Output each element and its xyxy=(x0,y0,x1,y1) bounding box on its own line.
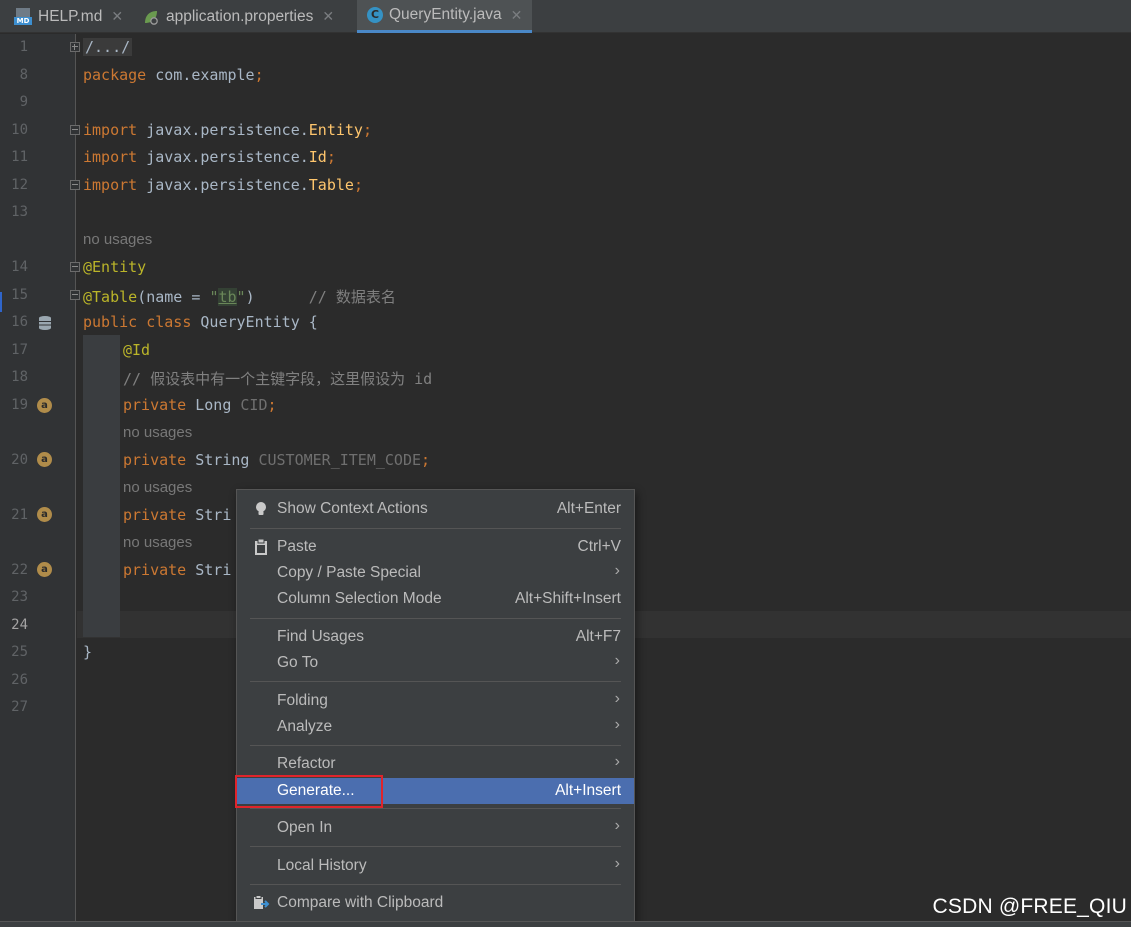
lightbulb-icon xyxy=(252,500,270,518)
code-line-21: private Stri xyxy=(123,506,232,524)
menu-separator xyxy=(250,618,621,619)
tab-label: HELP.md xyxy=(38,7,103,25)
line-number-current: 24 xyxy=(11,617,28,633)
line-number: 20 xyxy=(11,452,28,468)
code-line-15: @Table(name = "tb") // 数据表名 xyxy=(83,288,396,306)
code-line-8: package com.example; xyxy=(83,66,264,84)
menu-item-open-in[interactable]: Open In › xyxy=(237,815,634,841)
menu-separator xyxy=(250,808,621,809)
menu-separator xyxy=(250,681,621,682)
line-number: 14 xyxy=(11,259,28,275)
close-icon[interactable]: ✕ xyxy=(511,7,523,24)
chevron-right-icon: › xyxy=(614,562,620,579)
line-number: 17 xyxy=(11,342,28,358)
menu-item-go-to[interactable]: Go To › xyxy=(237,650,634,676)
line-number: 22 xyxy=(11,562,28,578)
attribute-icon[interactable]: a xyxy=(37,562,52,577)
line-number: 15 xyxy=(11,287,28,303)
code-line-14: @Entity xyxy=(83,258,147,276)
code-line-18: // 假设表中有一个主键字段，这里假设为 id xyxy=(123,370,433,388)
usage-hint[interactable]: no usages xyxy=(123,424,192,441)
menu-separator xyxy=(250,846,621,847)
editor-tab-bar: MD HELP.md ✕ application.properties ✕ C … xyxy=(0,0,1131,33)
tab-help-md[interactable]: MD HELP.md ✕ xyxy=(14,0,123,33)
code-line-1: /.../ xyxy=(83,38,133,56)
generate-highlight-annotation xyxy=(235,775,383,808)
code-line-22: private Stri xyxy=(123,561,232,579)
tab-label: QueryEntity.java xyxy=(389,6,502,23)
menu-item-copy-paste-special[interactable]: Copy / Paste Special › xyxy=(237,560,634,586)
line-number: 11 xyxy=(11,149,28,165)
line-number: 25 xyxy=(11,644,28,660)
menu-item-refactor[interactable]: Refactor › xyxy=(237,751,634,777)
line-number: 13 xyxy=(11,204,28,220)
status-strip xyxy=(0,921,1131,927)
code-line-20: private String CUSTOMER_ITEM_CODE; xyxy=(123,451,431,469)
line-number: 26 xyxy=(11,672,28,688)
attribute-icon[interactable]: a xyxy=(37,507,52,522)
menu-item-column-selection-mode[interactable]: Column Selection Mode Alt+Shift+Insert xyxy=(237,586,634,612)
menu-item-compare-with-clipboard[interactable]: Compare with Clipboard xyxy=(237,890,634,916)
spring-leaf-icon xyxy=(142,8,160,26)
code-line-11: import javax.persistence.Id; xyxy=(83,148,336,166)
code-line-25: } xyxy=(83,643,93,661)
clipboard-icon xyxy=(252,538,270,556)
indent-block xyxy=(83,335,120,637)
line-number: 21 xyxy=(11,507,28,523)
chevron-right-icon: › xyxy=(614,855,620,872)
line-number: 23 xyxy=(11,589,28,605)
markdown-file-icon: MD xyxy=(14,8,32,25)
chevron-right-icon: › xyxy=(614,716,620,733)
usage-hint[interactable]: no usages xyxy=(123,534,192,551)
chevron-right-icon: › xyxy=(614,753,620,770)
editor-gutter[interactable]: 1 8 9 10 11 12 13 14 15 16 17 18 19 20 2… xyxy=(0,34,80,927)
chevron-right-icon: › xyxy=(614,652,620,669)
tab-label: application.properties xyxy=(166,7,314,25)
menu-item-analyze[interactable]: Analyze › xyxy=(237,714,634,740)
code-line-10: import javax.persistence.Entity; xyxy=(83,121,372,139)
line-number: 18 xyxy=(11,369,28,385)
menu-item-paste[interactable]: Paste Ctrl+V xyxy=(237,534,634,560)
menu-item-show-context-actions[interactable]: Show Context Actions Alt+Enter xyxy=(237,496,634,522)
database-entity-icon[interactable] xyxy=(37,315,53,331)
code-line-12: import javax.persistence.Table; xyxy=(83,176,363,194)
menu-item-folding[interactable]: Folding › xyxy=(237,688,634,714)
close-icon[interactable]: ✕ xyxy=(111,8,123,25)
line-number: 12 xyxy=(11,177,28,193)
chevron-right-icon: › xyxy=(614,817,620,834)
line-number: 27 xyxy=(11,699,28,715)
menu-separator xyxy=(250,745,621,746)
folded-region[interactable]: /.../ xyxy=(83,38,133,56)
line-number: 9 xyxy=(19,94,28,110)
java-class-icon: C xyxy=(367,7,383,23)
chevron-right-icon: › xyxy=(614,690,620,707)
code-line-19: private Long CID; xyxy=(123,396,277,414)
tab-query-entity-java[interactable]: C QueryEntity.java ✕ xyxy=(357,0,533,33)
editor-context-menu: Show Context Actions Alt+Enter Paste Ctr… xyxy=(236,489,635,927)
menu-item-local-history[interactable]: Local History › xyxy=(237,853,634,879)
menu-item-find-usages[interactable]: Find Usages Alt+F7 xyxy=(237,624,634,650)
watermark: CSDN @FREE_QIU xyxy=(932,895,1127,918)
line-number: 1 xyxy=(19,39,28,55)
caret-line-marker xyxy=(0,292,2,312)
usage-hint[interactable]: no usages xyxy=(83,231,152,248)
code-line-16: public class QueryEntity { xyxy=(83,313,318,331)
usage-hint[interactable]: no usages xyxy=(123,479,192,496)
line-number: 16 xyxy=(11,314,28,330)
menu-separator xyxy=(250,884,621,885)
primary-key-attribute-icon[interactable]: a xyxy=(37,398,52,413)
code-line-17: @Id xyxy=(123,341,151,359)
line-number: 8 xyxy=(19,67,28,83)
line-number: 19 xyxy=(11,397,28,413)
compare-clipboard-icon xyxy=(252,894,270,912)
close-icon[interactable]: ✕ xyxy=(322,8,334,25)
tab-application-properties[interactable]: application.properties ✕ xyxy=(142,0,334,33)
menu-separator xyxy=(250,528,621,529)
line-number: 10 xyxy=(11,122,28,138)
attribute-icon[interactable]: a xyxy=(37,452,52,467)
